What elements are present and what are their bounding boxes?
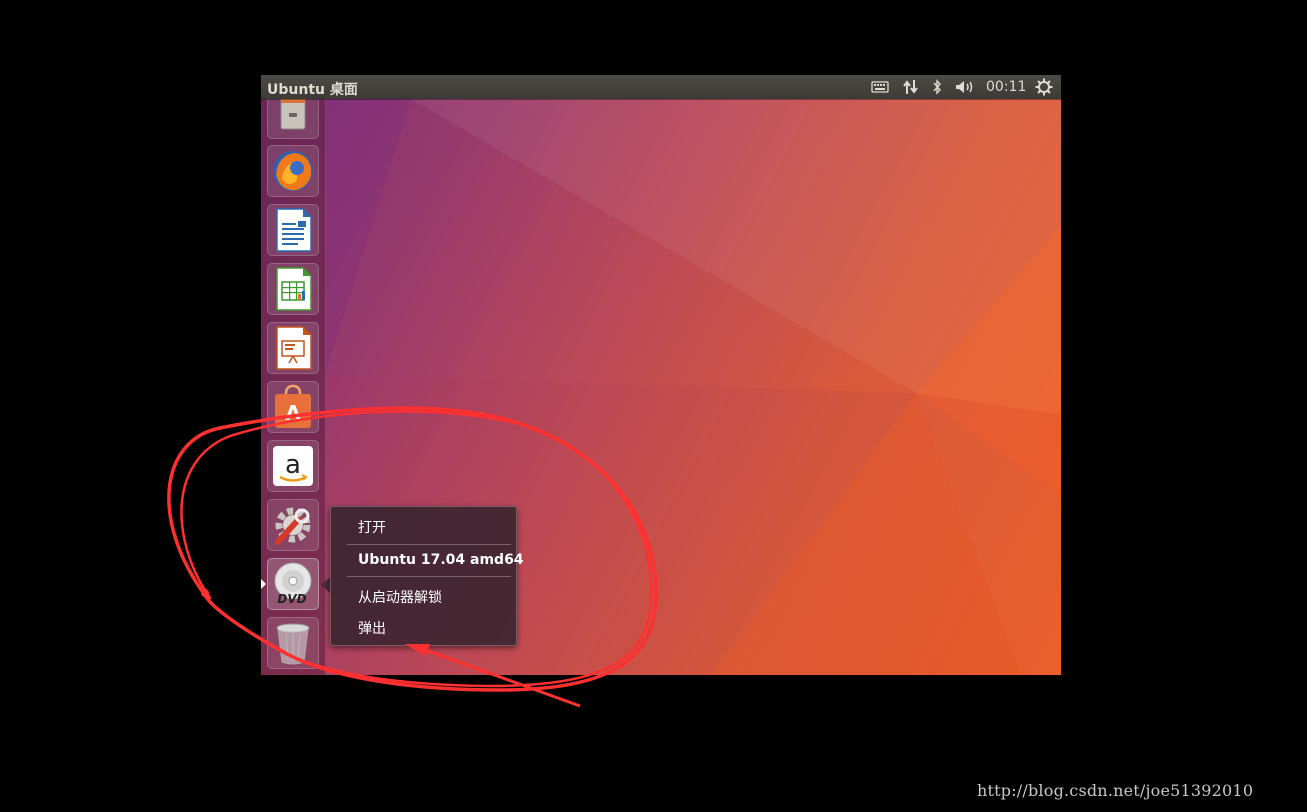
bluetooth-icon[interactable] xyxy=(929,78,945,96)
svg-text:DVD: DVD xyxy=(277,592,306,606)
gear-icon[interactable] xyxy=(1034,78,1054,96)
calc-icon xyxy=(276,267,312,311)
menu-item-eject[interactable]: 弹出 xyxy=(358,618,386,638)
window-title: Ubuntu 桌面 xyxy=(267,82,358,98)
menu-item-unlock-from-launcher[interactable]: 从启动器解锁 xyxy=(358,587,442,607)
trash-icon xyxy=(276,623,310,665)
software-bag-icon: A xyxy=(275,384,311,428)
launcher-item-software[interactable]: A xyxy=(267,381,319,433)
menu-item-volume-name[interactable]: Ubuntu 17.04 amd64 xyxy=(358,552,524,568)
keyboard-icon[interactable] xyxy=(870,78,890,96)
svg-text:A: A xyxy=(285,401,301,425)
impress-icon xyxy=(276,326,312,370)
launcher-item-amazon[interactable]: a xyxy=(267,440,319,492)
launcher-item-impress[interactable] xyxy=(267,322,319,374)
network-icon[interactable] xyxy=(901,78,921,96)
volume-icon[interactable] xyxy=(953,78,977,96)
settings-wrench-icon xyxy=(275,507,311,545)
menu-separator xyxy=(347,544,511,545)
launcher: A a DVD xyxy=(261,87,326,675)
top-panel: Ubuntu 桌面 00:11 xyxy=(261,75,1061,99)
menu-item-open[interactable]: 打开 xyxy=(358,517,386,537)
menu-pointer xyxy=(321,577,330,593)
launcher-item-trash[interactable] xyxy=(267,617,319,669)
launcher-item-dvd[interactable]: DVD xyxy=(267,558,319,610)
clock[interactable]: 00:11 xyxy=(986,78,1026,96)
dvd-icon: DVD xyxy=(274,562,312,606)
file-cabinet-icon xyxy=(280,96,306,130)
launcher-item-calc[interactable] xyxy=(267,263,319,315)
watermark: http://blog.csdn.net/joe51392010 xyxy=(977,781,1254,800)
active-indicator xyxy=(261,579,266,589)
svg-text:a: a xyxy=(285,450,301,480)
firefox-icon xyxy=(273,151,313,191)
menu-separator xyxy=(347,576,511,577)
amazon-icon: a xyxy=(273,446,313,486)
writer-icon xyxy=(276,208,312,252)
launcher-item-writer[interactable] xyxy=(267,204,319,256)
launcher-item-firefox[interactable] xyxy=(267,145,319,197)
dvd-quicklist-menu: 打开 Ubuntu 17.04 amd64 从启动器解锁 弹出 xyxy=(330,506,524,646)
launcher-item-settings[interactable] xyxy=(267,499,319,551)
